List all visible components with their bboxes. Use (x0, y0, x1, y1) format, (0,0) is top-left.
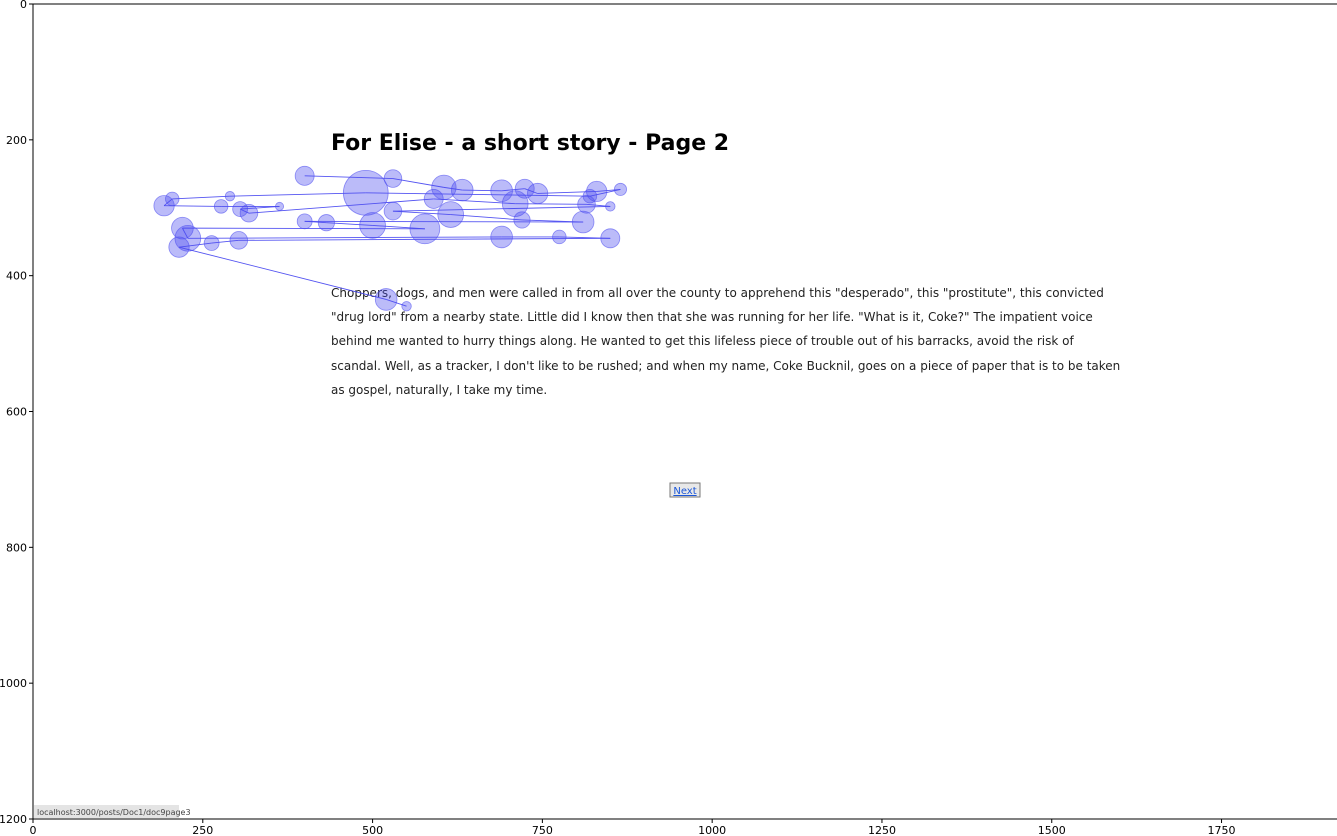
fixation-point (490, 225, 513, 249)
x-tick-label: 1750 (1208, 824, 1236, 836)
paragraph-line: as gospel, naturally, I take my time. (331, 383, 547, 397)
fixation-point (317, 214, 335, 232)
y-tick-label: 600 (6, 406, 27, 419)
y-tick-label: 200 (6, 134, 27, 147)
fixation-point (153, 195, 175, 217)
x-tick-label: 0 (30, 824, 37, 836)
fixation-point (513, 211, 531, 229)
fixation-point (527, 182, 549, 205)
x-tick-label: 1250 (868, 824, 896, 836)
fixation-point (401, 301, 412, 312)
next-button[interactable]: Next (669, 482, 701, 498)
x-tick-label: 250 (192, 824, 213, 836)
fixation-point (229, 231, 249, 250)
fixation-point (294, 165, 315, 186)
x-tick-label: 1500 (1038, 824, 1066, 836)
next-link[interactable]: Next (673, 486, 696, 497)
fixation-point (203, 235, 220, 251)
paragraph-line: scandal. Well, as a tracker, I don't lik… (331, 359, 1120, 373)
paragraph-line: "drug lord" from a nearby state. Little … (331, 310, 1093, 324)
fixation-point (383, 201, 403, 221)
fixation-point (437, 201, 464, 228)
fixation-point (450, 178, 474, 202)
y-tick-label: 400 (6, 270, 27, 283)
fixation-point (613, 182, 627, 196)
fixation-point (168, 236, 190, 258)
fixation-point (374, 288, 398, 311)
fixation-point (600, 228, 621, 249)
fixation-point (552, 229, 567, 245)
y-tick-label: 0 (20, 0, 27, 11)
fixation-point (409, 213, 441, 245)
fixation-point (571, 210, 595, 234)
fixation-point (605, 201, 616, 212)
plot-background (0, 0, 1337, 836)
paragraph-line: behind me wanted to hurry things along. … (331, 334, 1074, 348)
fixation-plot: For Elise - a short story - Page 2 Chopp… (0, 0, 1337, 836)
fixation-point (275, 201, 285, 211)
x-tick-label: 500 (362, 824, 383, 836)
page-title: For Elise - a short story - Page 2 (331, 131, 729, 156)
x-tick-label: 1000 (698, 824, 726, 836)
y-tick-label: 800 (6, 541, 27, 554)
fixation-point (213, 199, 229, 214)
fixation-point (224, 191, 236, 202)
status-bar: localhost:3000/posts/Doc1/doc9page3 (34, 805, 191, 818)
status-url: localhost:3000/posts/Doc1/doc9page3 (37, 808, 191, 817)
paragraph-line: Choppers, dogs, and men were called in f… (331, 286, 1104, 300)
fixation-point (239, 203, 259, 223)
fixation-point (359, 212, 386, 239)
x-tick-label: 750 (532, 824, 553, 836)
y-tick-label: 1000 (0, 677, 27, 690)
y-tick-label: 1200 (0, 813, 27, 826)
fixation-point (423, 189, 444, 209)
fixation-point (342, 169, 389, 216)
fixation-point (577, 195, 596, 214)
fixation-point (296, 213, 313, 230)
